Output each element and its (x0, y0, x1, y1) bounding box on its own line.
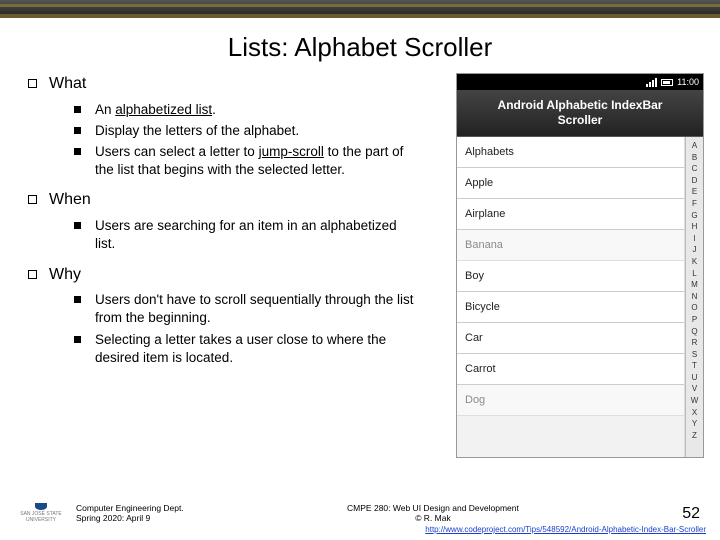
index-letter[interactable]: Y (692, 418, 697, 430)
section-bullet-icon (28, 79, 37, 88)
bullet-text: Users are searching for an item in an al… (95, 217, 415, 253)
list-item[interactable]: Boy (457, 261, 684, 292)
index-letter[interactable]: O (691, 302, 697, 314)
list-item[interactable]: Alphabets (457, 137, 684, 168)
index-letter[interactable]: V (692, 383, 697, 395)
index-letter[interactable]: U (692, 372, 698, 384)
bullet-icon (74, 296, 81, 303)
content: What An alphabetized list. Display the l… (0, 73, 720, 458)
list-item[interactable]: Bicycle (457, 292, 684, 323)
index-letter[interactable]: X (692, 407, 697, 419)
index-letter[interactable]: N (692, 291, 698, 303)
list-item[interactable]: Airplane (457, 199, 684, 230)
index-letter[interactable]: S (692, 349, 697, 361)
bullet-text: Display the letters of the alphabet. (95, 122, 299, 140)
alphabet-index-bar[interactable]: A B C D E F G H I J K L M N O P Q (685, 137, 703, 457)
bullet-icon (74, 148, 81, 155)
top-bar (0, 0, 720, 18)
battery-icon (661, 79, 673, 86)
section-bullet-icon (28, 270, 37, 279)
section-why: Why Users don't have to scroll sequentia… (28, 264, 448, 367)
footer: SAN JOSÉ STATE UNIVERSITY Computer Engin… (0, 503, 720, 534)
bullet-text: Users don't have to scroll sequentially … (95, 291, 415, 327)
signal-icon (646, 78, 657, 87)
sjsu-logo: SAN JOSÉ STATE UNIVERSITY (14, 503, 68, 523)
footer-left: Computer Engineering Dept.Spring 2020: A… (76, 503, 184, 523)
bullet-icon (74, 336, 81, 343)
bullet-icon (74, 106, 81, 113)
index-letter[interactable]: Q (691, 326, 697, 338)
index-letter[interactable]: P (692, 314, 697, 326)
section-heading: When (49, 189, 91, 211)
index-letter[interactable]: D (692, 175, 698, 187)
index-letter[interactable]: B (692, 152, 697, 164)
index-letter[interactable]: F (692, 198, 697, 210)
alphabetized-list[interactable]: Alphabets Apple Airplane Banana Boy Bicy… (457, 137, 685, 457)
crest-icon (35, 503, 47, 510)
list-wrap: Alphabets Apple Airplane Banana Boy Bicy… (457, 137, 703, 457)
index-letter[interactable]: E (692, 186, 697, 198)
index-letter[interactable]: Z (692, 430, 697, 442)
index-letter[interactable]: T (692, 360, 697, 372)
index-letter[interactable]: K (692, 256, 697, 268)
index-letter[interactable]: R (692, 337, 698, 349)
bullet-icon (74, 127, 81, 134)
index-letter[interactable]: G (691, 210, 697, 222)
reference-link[interactable]: http://www.codeproject.com/Tips/548592/A… (425, 525, 706, 534)
section-when: When Users are searching for an item in … (28, 189, 448, 253)
index-letter[interactable]: J (693, 244, 697, 256)
status-time: 11:00 (677, 77, 699, 87)
index-letter[interactable]: C (692, 163, 698, 175)
status-bar: 11:00 (457, 74, 703, 90)
screenshot-column: 11:00 Android Alphabetic IndexBarScrolle… (456, 73, 704, 458)
list-item[interactable]: Apple (457, 168, 684, 199)
list-item[interactable]: Carrot (457, 354, 684, 385)
list-item[interactable]: Banana (457, 230, 684, 261)
index-letter[interactable]: L (692, 268, 696, 280)
text-column: What An alphabetized list. Display the l… (28, 73, 448, 458)
page-number: 52 (682, 505, 706, 523)
section-heading: What (49, 73, 86, 95)
app-title: Android Alphabetic IndexBarScroller (457, 90, 703, 137)
bullet-icon (74, 222, 81, 229)
list-item[interactable]: Dog (457, 385, 684, 416)
list-item[interactable]: Car (457, 323, 684, 354)
bullet-text: Selecting a letter takes a user close to… (95, 331, 415, 367)
bullet-text: An alphabetized list. (95, 101, 216, 119)
device-screenshot: 11:00 Android Alphabetic IndexBarScrolle… (456, 73, 704, 458)
index-letter[interactable]: I (693, 233, 695, 245)
index-letter[interactable]: H (692, 221, 698, 233)
index-letter[interactable]: M (691, 279, 698, 291)
section-bullet-icon (28, 195, 37, 204)
footer-center: CMPE 280: Web UI Design and Development©… (184, 503, 682, 523)
bullet-text: Users can select a letter to jump-scroll… (95, 143, 415, 179)
index-letter[interactable]: W (691, 395, 699, 407)
index-letter[interactable]: A (692, 140, 697, 152)
section-heading: Why (49, 264, 81, 286)
slide-title: Lists: Alphabet Scroller (0, 32, 720, 63)
section-what: What An alphabetized list. Display the l… (28, 73, 448, 179)
footer-link: http://www.codeproject.com/Tips/548592/A… (14, 525, 706, 534)
